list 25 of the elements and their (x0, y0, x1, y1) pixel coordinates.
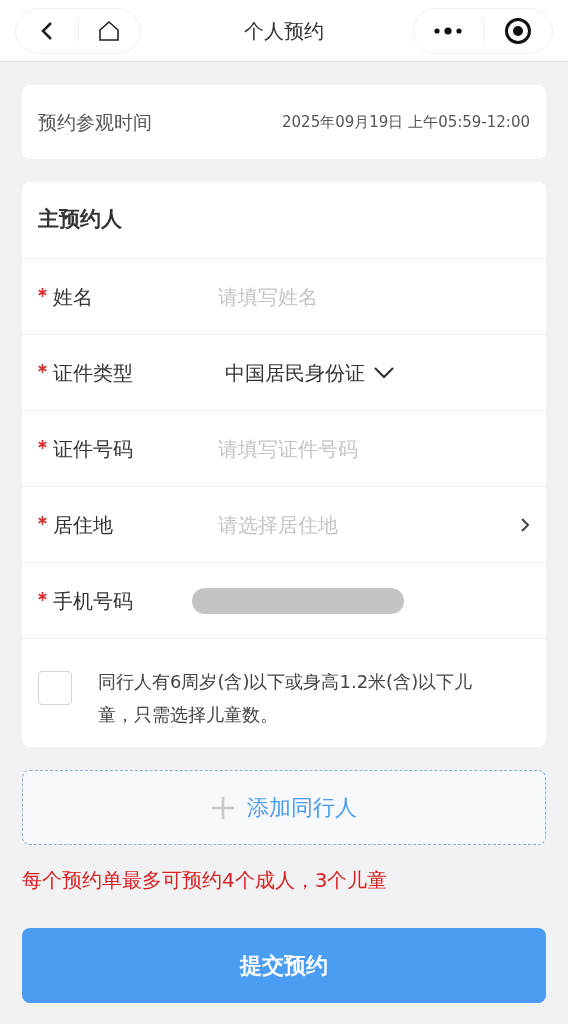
child-option-text: 同行人有6周岁(含)以下或身高1.2米(含)以下儿童，只需选择儿童数。 (98, 670, 474, 727)
target-icon (503, 16, 532, 45)
field-label: 手机号码 (53, 587, 133, 615)
more-icon (433, 25, 464, 36)
plus-icon (211, 795, 235, 820)
home-icon (98, 19, 121, 42)
field-label: 居住地 (53, 511, 114, 539)
checkbox[interactable] (38, 671, 72, 705)
visit-time-value: 2025年09月19日 上午05:59-12:00 (282, 111, 530, 133)
field-label: 证件类型 (53, 359, 133, 387)
field-label: 证件号码 (53, 435, 133, 463)
field-label: 姓名 (53, 283, 94, 311)
notice-text: 每个预约单最多可预约4个成人，3个儿童 (22, 867, 389, 894)
section-title: 主预约人 (38, 206, 122, 234)
submit-button[interactable]: 提交预约 (22, 928, 546, 1003)
visit-time-label: 预约参观时间 (38, 109, 152, 135)
id-type-select[interactable]: 中国居民身份证 (225, 357, 395, 388)
chevron-down-icon (373, 365, 395, 380)
chevron-right-icon (520, 516, 530, 533)
page-title: 个人预约 (244, 17, 324, 45)
text-field[interactable]: 请填写证件号码 (218, 433, 530, 464)
back-icon (40, 20, 53, 41)
residence-picker[interactable]: 请选择居住地 (218, 509, 530, 540)
add-companion-button[interactable]: 添加同行人 (22, 770, 546, 845)
text-field[interactable]: 请填写姓名 (218, 281, 530, 312)
